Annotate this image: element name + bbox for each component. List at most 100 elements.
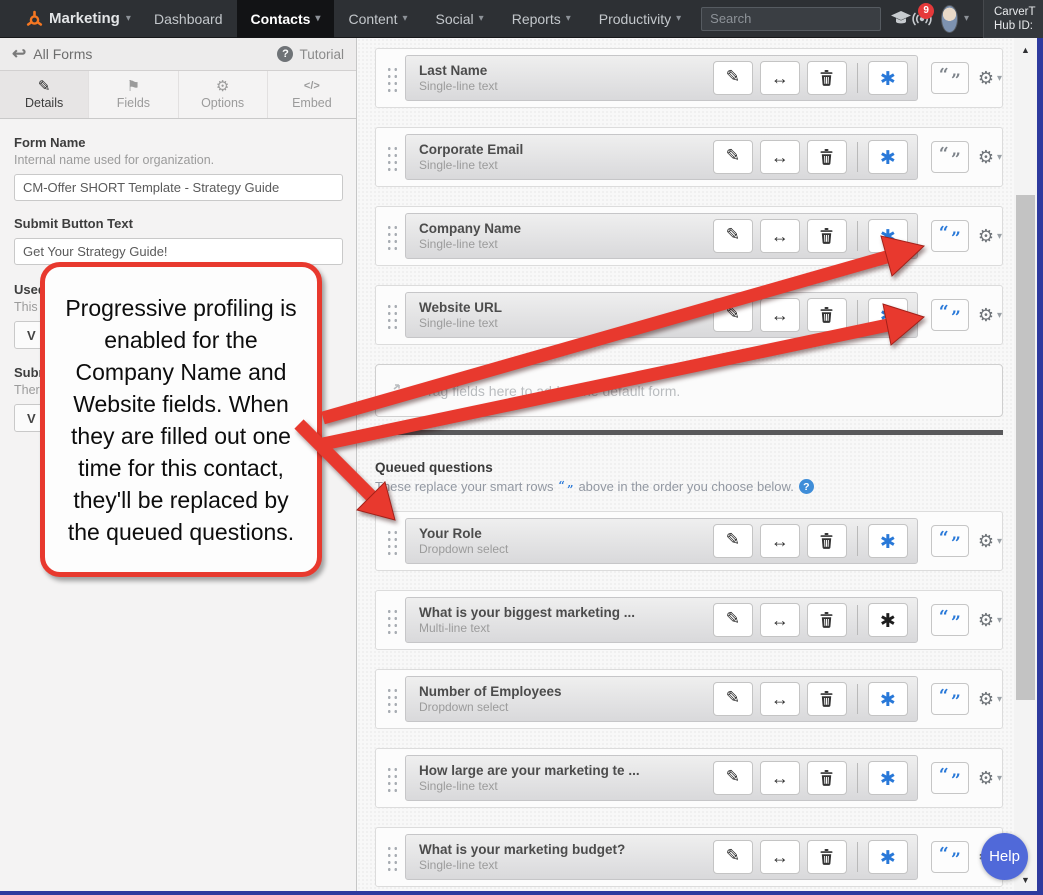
- back-to-all-forms-link[interactable]: ↩ All Forms: [12, 44, 92, 64]
- nav-item-contacts[interactable]: Contacts ▾: [236, 0, 335, 38]
- smart-field-button[interactable]: “”: [930, 762, 969, 794]
- notifications-button[interactable]: 9: [911, 0, 935, 38]
- delete-field-button[interactable]: [806, 524, 847, 558]
- required-toggle-button[interactable]: ✱: [867, 682, 908, 716]
- edit-field-button[interactable]: ✎: [712, 682, 753, 716]
- resize-field-button[interactable]: ↔: [759, 140, 800, 174]
- search-input[interactable]: [701, 6, 882, 31]
- tab-details[interactable]: ✎ Details: [0, 71, 90, 118]
- field-options-menu[interactable]: ⚙▾: [978, 610, 1002, 631]
- resize-field-button[interactable]: ↔: [759, 61, 800, 95]
- smart-field-button[interactable]: “”: [930, 220, 969, 252]
- required-toggle-button[interactable]: ✱: [867, 524, 908, 558]
- nav-item-productivity[interactable]: Productivity ▾: [585, 0, 695, 38]
- nav-item-dashboard[interactable]: Dashboard: [140, 0, 237, 38]
- chevron-down-icon: ▾: [125, 13, 131, 24]
- required-toggle-button[interactable]: ✱: [867, 140, 908, 174]
- field-bar: Corporate Email Single-line text ✎ ↔ ✱: [405, 134, 918, 180]
- scroll-up-button[interactable]: ▲: [1014, 40, 1037, 60]
- delete-field-button[interactable]: [806, 761, 847, 795]
- section-divider: [375, 430, 1003, 435]
- academy-button[interactable]: [891, 0, 912, 38]
- drag-handle-icon[interactable]: [385, 685, 398, 713]
- required-toggle-button[interactable]: ✱: [867, 603, 908, 637]
- scrollbar-thumb[interactable]: [1016, 195, 1035, 700]
- drag-handle-icon[interactable]: [385, 764, 398, 792]
- drag-handle-icon[interactable]: [385, 222, 398, 250]
- drag-handle-icon[interactable]: [385, 527, 398, 555]
- nav-item-social[interactable]: Social ▾: [422, 0, 498, 38]
- avatar[interactable]: [941, 4, 958, 33]
- smart-field-button[interactable]: “”: [930, 299, 969, 331]
- field-title: Your Role: [419, 525, 482, 541]
- edit-field-button[interactable]: ✎: [712, 219, 753, 253]
- required-toggle-button[interactable]: ✱: [867, 298, 908, 332]
- edit-field-button[interactable]: ✎: [712, 761, 753, 795]
- delete-field-button[interactable]: [806, 61, 847, 95]
- smart-field-button[interactable]: “”: [930, 141, 969, 173]
- help-button[interactable]: Help: [981, 833, 1028, 880]
- field-options-menu[interactable]: ⚙▾: [978, 768, 1002, 789]
- field-options-menu[interactable]: ⚙▾: [978, 305, 1002, 326]
- smart-field-button[interactable]: “”: [930, 62, 969, 94]
- resize-field-button[interactable]: ↔: [759, 682, 800, 716]
- edit-field-button[interactable]: ✎: [712, 298, 753, 332]
- hubspot-brand[interactable]: Marketing ▾: [26, 10, 131, 28]
- drag-handle-icon[interactable]: [385, 64, 398, 92]
- chevron-down-icon: ▾: [478, 13, 484, 24]
- resize-field-button[interactable]: ↔: [759, 524, 800, 558]
- drag-handle-icon[interactable]: [385, 143, 398, 171]
- delete-field-button[interactable]: [806, 219, 847, 253]
- field-options-menu[interactable]: ⚙▾: [978, 531, 1002, 552]
- tutorial-link[interactable]: ? Tutorial: [277, 46, 344, 62]
- form-name-input[interactable]: [14, 174, 343, 201]
- resize-field-button[interactable]: ↔: [759, 219, 800, 253]
- pencil-icon: ✎: [725, 304, 740, 323]
- tab-fields[interactable]: ⚑ Fields: [89, 71, 179, 118]
- required-toggle-button[interactable]: ✱: [867, 61, 908, 95]
- vertical-scrollbar[interactable]: ▲ ▼: [1014, 38, 1037, 892]
- pencil-icon: ✎: [725, 846, 740, 865]
- flag-icon: ⚑: [126, 78, 141, 95]
- tab-embed[interactable]: </> Embed: [268, 71, 356, 118]
- smart-field-button[interactable]: “”: [930, 525, 969, 557]
- required-toggle-button[interactable]: ✱: [867, 761, 908, 795]
- submit-button-text-input[interactable]: [14, 238, 343, 265]
- edit-field-button[interactable]: ✎: [712, 61, 753, 95]
- nav-item-content[interactable]: Content ▾: [334, 0, 421, 38]
- help-circle-icon[interactable]: ?: [798, 479, 814, 494]
- resize-field-button[interactable]: ↔: [759, 298, 800, 332]
- drag-handle-icon[interactable]: [385, 606, 398, 634]
- resize-field-button[interactable]: ↔: [759, 761, 800, 795]
- drag-handle-icon[interactable]: [385, 843, 398, 871]
- tab-options[interactable]: ⚙ Options: [179, 71, 268, 118]
- field-bar: Your Role Dropdown select ✎ ↔ ✱: [405, 518, 918, 564]
- field-options-menu[interactable]: ⚙▾: [978, 689, 1002, 710]
- smart-field-button[interactable]: “”: [930, 604, 969, 636]
- edit-field-button[interactable]: ✎: [712, 524, 753, 558]
- required-toggle-button[interactable]: ✱: [867, 219, 908, 253]
- edit-field-button[interactable]: ✎: [712, 140, 753, 174]
- delete-field-button[interactable]: [806, 603, 847, 637]
- delete-field-button[interactable]: [806, 140, 847, 174]
- queued-questions-title: Queued questions: [375, 460, 493, 475]
- required-toggle-button[interactable]: ✱: [867, 840, 908, 874]
- field-bar: How large are your marketing te ... Sing…: [405, 755, 918, 801]
- delete-field-button[interactable]: [806, 682, 847, 716]
- smart-field-button[interactable]: “”: [930, 683, 969, 715]
- drag-handle-icon[interactable]: [385, 301, 398, 329]
- field-options-menu[interactable]: ⚙▾: [978, 68, 1002, 89]
- delete-field-button[interactable]: [806, 840, 847, 874]
- field-dropzone[interactable]: Drag fields here to add to the default f…: [375, 364, 1003, 417]
- edit-field-button[interactable]: ✎: [712, 840, 753, 874]
- smart-field-button[interactable]: “”: [930, 841, 969, 873]
- field-options-menu[interactable]: ⚙▾: [978, 147, 1002, 168]
- resize-field-button[interactable]: ↔: [759, 603, 800, 637]
- sidebar-header: ↩ All Forms ? Tutorial: [0, 38, 356, 71]
- nav-item-reports[interactable]: Reports ▾: [498, 0, 585, 38]
- field-options-menu[interactable]: ⚙▾: [978, 226, 1002, 247]
- resize-field-button[interactable]: ↔: [759, 840, 800, 874]
- gear-icon: ⚙: [977, 304, 994, 325]
- edit-field-button[interactable]: ✎: [712, 603, 753, 637]
- delete-field-button[interactable]: [806, 298, 847, 332]
